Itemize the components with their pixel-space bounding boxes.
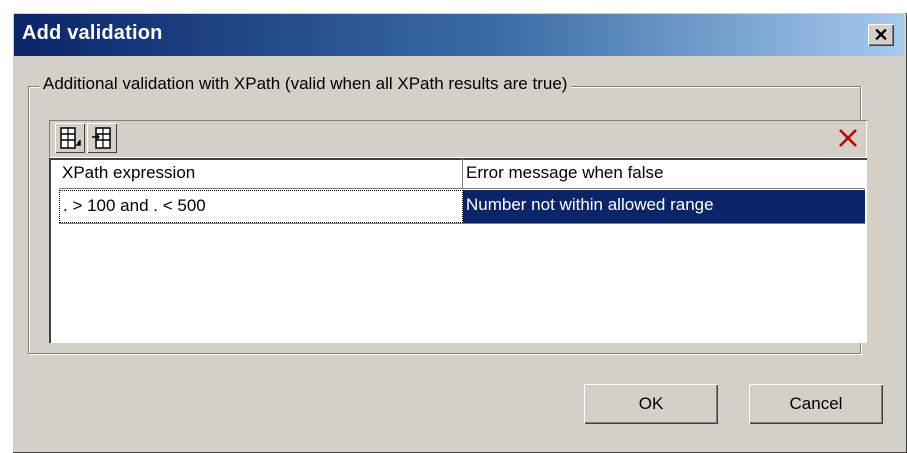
xpath-grid[interactable]: XPath expression Error message when fals…	[49, 158, 867, 343]
append-row-icon	[60, 127, 81, 149]
ok-button[interactable]: OK	[584, 384, 718, 424]
grid-header: XPath expression Error message when fals…	[59, 158, 865, 189]
column-header-error-message[interactable]: Error message when false	[463, 158, 865, 188]
xpath-expression-cell[interactable]: . > 100 and . < 500	[59, 190, 463, 223]
insert-row-button[interactable]	[87, 123, 117, 153]
cell-value: Number not within allowed range	[466, 195, 714, 214]
close-icon: ✕	[873, 24, 889, 45]
title-bar[interactable]: Add validation ✕	[14, 14, 904, 56]
group-label: Additional validation with XPath (valid …	[39, 74, 572, 94]
column-header-xpath[interactable]: XPath expression	[59, 158, 463, 188]
delete-icon	[839, 129, 857, 147]
cancel-button[interactable]: Cancel	[749, 384, 883, 424]
append-row-button[interactable]	[55, 123, 85, 153]
dialog-title: Add validation	[22, 22, 163, 44]
cell-value: . > 100 and . < 500	[63, 196, 206, 215]
column-header-label: Error message when false	[466, 163, 664, 182]
column-header-label: XPath expression	[62, 163, 196, 182]
delete-row-button[interactable]	[833, 123, 863, 153]
insert-row-icon	[92, 127, 111, 149]
ok-button-label: OK	[638, 394, 664, 413]
close-button[interactable]: ✕	[868, 24, 894, 46]
error-message-cell[interactable]: Number not within allowed range	[463, 190, 865, 223]
cancel-button-label: Cancel	[789, 394, 843, 413]
grid-toolbar	[49, 120, 867, 158]
table-row[interactable]: . > 100 and . < 500 Number not within al…	[59, 190, 865, 224]
